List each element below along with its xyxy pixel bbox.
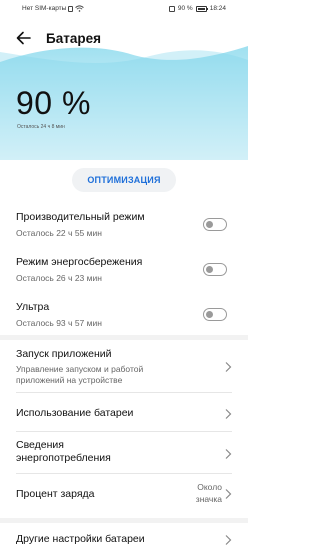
- battery-remaining-text: Осталось 24 ч 8 мин: [17, 124, 65, 130]
- ultra-mode-remaining: Осталось 93 ч 57 мин: [16, 318, 102, 328]
- charge-percent-row[interactable]: Процент заряда Около значка: [0, 478, 248, 514]
- page-title: Батарея: [46, 31, 101, 46]
- app-launch-desc-line1: Управление запуском и работой: [16, 364, 144, 374]
- performance-mode-label: Производительный режим: [16, 211, 145, 223]
- status-right: 90 % 18:24: [168, 5, 226, 12]
- ultra-mode-toggle[interactable]: [203, 308, 227, 321]
- power-saving-mode-remaining: Осталось 26 ч 23 мин: [16, 273, 102, 283]
- app-launch-row[interactable]: Запуск приложений Управление запуском и …: [0, 343, 248, 391]
- optimize-button[interactable]: ОПТИМИЗАЦИЯ: [72, 168, 176, 192]
- power-saving-mode-toggle[interactable]: [203, 263, 227, 276]
- battery-percent-text: 90 %: [177, 5, 193, 12]
- performance-mode-remaining: Осталось 22 ч 55 мин: [16, 228, 102, 238]
- notification-icon: [168, 5, 175, 12]
- charge-percent-value-line1: Около: [197, 482, 222, 492]
- power-consumption-label-line1: Сведения: [16, 439, 64, 451]
- clock-text: 18:24: [209, 5, 226, 12]
- sim-card-icon: [68, 5, 74, 12]
- ultra-mode-label: Ультра: [16, 301, 50, 313]
- app-launch-label: Запуск приложений: [16, 348, 112, 360]
- battery-icon: [195, 5, 208, 12]
- divider: [16, 431, 232, 432]
- battery-usage-label: Использование батареи: [16, 407, 134, 419]
- battery-usage-row[interactable]: Использование батареи: [0, 396, 248, 432]
- other-battery-settings-label: Другие настройки батареи: [16, 533, 145, 545]
- divider: [16, 392, 232, 393]
- divider: [16, 473, 232, 474]
- battery-level-large: 90 %: [16, 85, 91, 121]
- app-launch-desc-line2: приложений на устройстве: [16, 375, 123, 385]
- chevron-right-icon: [225, 449, 232, 459]
- power-consumption-label-line2: энергопотребления: [16, 452, 111, 464]
- section-divider: [0, 518, 248, 523]
- power-saving-mode-label: Режим энергосбережения: [16, 256, 143, 268]
- chevron-right-icon: [225, 409, 232, 419]
- performance-mode-toggle[interactable]: [203, 218, 227, 231]
- charge-percent-value-line2: значка: [195, 494, 222, 504]
- ultra-mode-row[interactable]: Ультра Осталось 93 ч 57 мин: [0, 298, 248, 338]
- charge-percent-label: Процент заряда: [16, 488, 95, 500]
- chevron-right-icon: [225, 535, 232, 545]
- sim-status-text: Нет SIM-карты: [22, 5, 67, 12]
- power-saving-mode-row[interactable]: Режим энергосбережения Осталось 26 ч 23 …: [0, 253, 248, 293]
- section-divider: [0, 335, 248, 340]
- back-arrow-icon[interactable]: [14, 28, 34, 48]
- chevron-right-icon: [225, 362, 232, 372]
- app-bar: Батарея: [0, 22, 248, 56]
- status-left: Нет SIM-карты: [22, 5, 85, 12]
- status-bar: Нет SIM-карты 90 % 18:24: [0, 0, 248, 18]
- power-consumption-row[interactable]: Сведения энергопотребления: [0, 434, 248, 474]
- other-battery-settings-row[interactable]: Другие настройки батареи: [0, 526, 248, 551]
- performance-mode-row[interactable]: Производительный режим Осталось 22 ч 55 …: [0, 208, 248, 248]
- chevron-right-icon: [225, 489, 232, 499]
- wifi-icon: [75, 5, 85, 12]
